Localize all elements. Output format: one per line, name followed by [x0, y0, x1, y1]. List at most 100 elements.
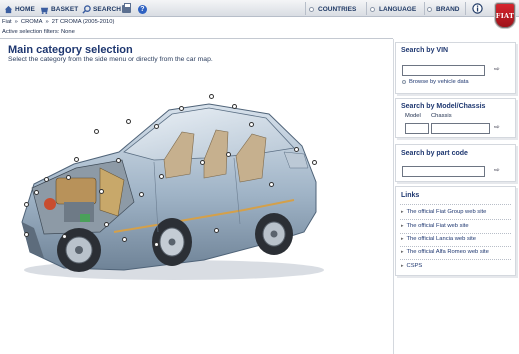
- model-chassis-panel: Search by Model/Chassis Model Chassis ⇨: [395, 98, 516, 138]
- hotspot-marker[interactable]: [269, 182, 274, 187]
- hotspot-marker[interactable]: [62, 234, 67, 239]
- toolbar-divider: [424, 2, 425, 15]
- divider: [400, 204, 511, 205]
- radio-dot-icon: [370, 6, 375, 12]
- car-map[interactable]: [4, 82, 334, 287]
- vin-panel: Search by VIN ⇨ Browse by vehicle data: [395, 42, 516, 94]
- part-code-panel: Search by part code ⇨: [395, 144, 516, 182]
- hotspot-marker[interactable]: [66, 175, 71, 180]
- hotspot-marker[interactable]: [24, 202, 29, 207]
- brand-dropdown[interactable]: BRAND: [427, 3, 459, 15]
- basket-label: BASKET: [51, 5, 79, 13]
- hotspot-marker[interactable]: [294, 147, 299, 152]
- hotspot-marker[interactable]: [139, 192, 144, 197]
- divider: [0, 38, 393, 39]
- rear-wheel: [255, 213, 293, 255]
- link-lancia[interactable]: ▸ The official Lancia web site: [401, 236, 476, 242]
- search-button[interactable]: SEARCH: [82, 3, 121, 15]
- help-icon: ?: [138, 4, 147, 14]
- arrow-right-icon: ▸: [401, 223, 404, 229]
- car-illustration: [21, 103, 324, 280]
- divider: [400, 246, 511, 247]
- hotspot-marker[interactable]: [154, 242, 159, 247]
- model-chassis-go-button[interactable]: ⇨: [494, 124, 500, 132]
- link-alfa-romeo[interactable]: ▸ The official Alfa Romeo web site: [401, 249, 489, 255]
- arrow-right-icon: ▸: [401, 236, 404, 242]
- breadcrumb-item[interactable]: CROMA: [21, 19, 43, 25]
- breadcrumb-separator: »: [14, 19, 18, 25]
- vin-input[interactable]: [402, 65, 485, 76]
- hotspot-marker[interactable]: [104, 222, 109, 227]
- link-fiat[interactable]: ▸ The official Fiat web site: [401, 223, 469, 229]
- arrow-right-icon: ▸: [401, 263, 404, 269]
- vin-go-button[interactable]: ⇨: [494, 66, 500, 74]
- print-icon: [122, 3, 131, 13]
- language-dropdown[interactable]: LANGUAGE: [370, 3, 416, 15]
- help-button[interactable]: ?: [138, 3, 147, 15]
- breadcrumb-item[interactable]: Fiat: [2, 19, 12, 25]
- home-button[interactable]: HOME: [4, 3, 35, 15]
- divider: [400, 233, 511, 234]
- chassis-input[interactable]: [431, 123, 490, 134]
- chassis-label: Chassis: [431, 113, 452, 119]
- hotspot-marker[interactable]: [159, 174, 164, 179]
- divider: [400, 219, 511, 220]
- model-input[interactable]: [405, 123, 429, 134]
- hotspot-marker[interactable]: [232, 104, 237, 109]
- search-label: SEARCH: [93, 5, 122, 13]
- hotspot-marker[interactable]: [126, 119, 131, 124]
- link-label: CSPS: [406, 263, 423, 269]
- fiat-logo[interactable]: FIAT: [494, 2, 516, 29]
- browse-vehicle-data-label: Browse by vehicle data: [409, 79, 469, 85]
- hotspot-marker[interactable]: [209, 94, 214, 99]
- active-filters: Active selection filters: None: [2, 29, 75, 35]
- part-code-go-button[interactable]: ⇨: [494, 167, 500, 175]
- arrow-right-icon: ▸: [401, 249, 404, 255]
- hotspot-marker[interactable]: [74, 157, 79, 162]
- print-button[interactable]: [122, 3, 131, 15]
- part-code-input[interactable]: [402, 166, 485, 177]
- language-label: LANGUAGE: [379, 5, 417, 13]
- basket-button[interactable]: BASKET: [40, 3, 78, 15]
- hotspot-marker[interactable]: [200, 160, 205, 165]
- divider: [400, 259, 511, 260]
- hotspot-marker[interactable]: [116, 158, 121, 163]
- hotspot-marker[interactable]: [214, 228, 219, 233]
- search-icon: [82, 4, 91, 14]
- hotspot-marker[interactable]: [179, 106, 184, 111]
- model-label: Model: [405, 113, 421, 119]
- divider: [393, 39, 394, 354]
- links-panel-title: Links: [401, 192, 420, 199]
- toolbar-divider: [366, 2, 367, 15]
- toolbar-divider: [305, 2, 306, 15]
- hotspot-marker[interactable]: [99, 189, 104, 194]
- countries-label: COUNTRIES: [318, 5, 357, 13]
- breadcrumb: Fiat » CROMA » 2T CROMA (2005-2010): [2, 19, 114, 25]
- hotspot-marker[interactable]: [154, 124, 159, 129]
- arrow-right-icon: ▸: [401, 209, 404, 215]
- hotspot-marker[interactable]: [44, 177, 49, 182]
- countries-dropdown[interactable]: COUNTRIES: [309, 3, 356, 15]
- link-label: The official Alfa Romeo web site: [406, 249, 489, 255]
- hotspot-marker[interactable]: [249, 122, 254, 127]
- breadcrumb-item[interactable]: 2T CROMA (2005-2010): [52, 19, 115, 25]
- radio-dot-icon: [309, 6, 314, 12]
- radio-dot-icon: [402, 80, 406, 84]
- hotspot-marker[interactable]: [94, 129, 99, 134]
- hotspot-marker[interactable]: [34, 190, 39, 195]
- hotspot-marker[interactable]: [226, 152, 231, 157]
- hotspot-marker[interactable]: [24, 232, 29, 237]
- browse-vehicle-data-link[interactable]: Browse by vehicle data: [402, 79, 469, 85]
- model-chassis-panel-title: Search by Model/Chassis: [401, 103, 486, 110]
- link-fiat-group[interactable]: ▸ The official Fiat Group web site: [401, 209, 486, 215]
- home-icon: [4, 5, 13, 13]
- link-label: The official Fiat Group web site: [406, 209, 487, 215]
- brand-label: BRAND: [436, 5, 460, 13]
- toolbar-divider: [465, 2, 466, 15]
- basket-icon: [40, 7, 49, 14]
- info-button[interactable]: [472, 2, 483, 14]
- link-csps[interactable]: ▸ CSPS: [401, 263, 422, 269]
- hotspot-marker[interactable]: [312, 160, 317, 165]
- breadcrumb-separator: »: [45, 19, 49, 25]
- hotspot-marker[interactable]: [122, 237, 127, 242]
